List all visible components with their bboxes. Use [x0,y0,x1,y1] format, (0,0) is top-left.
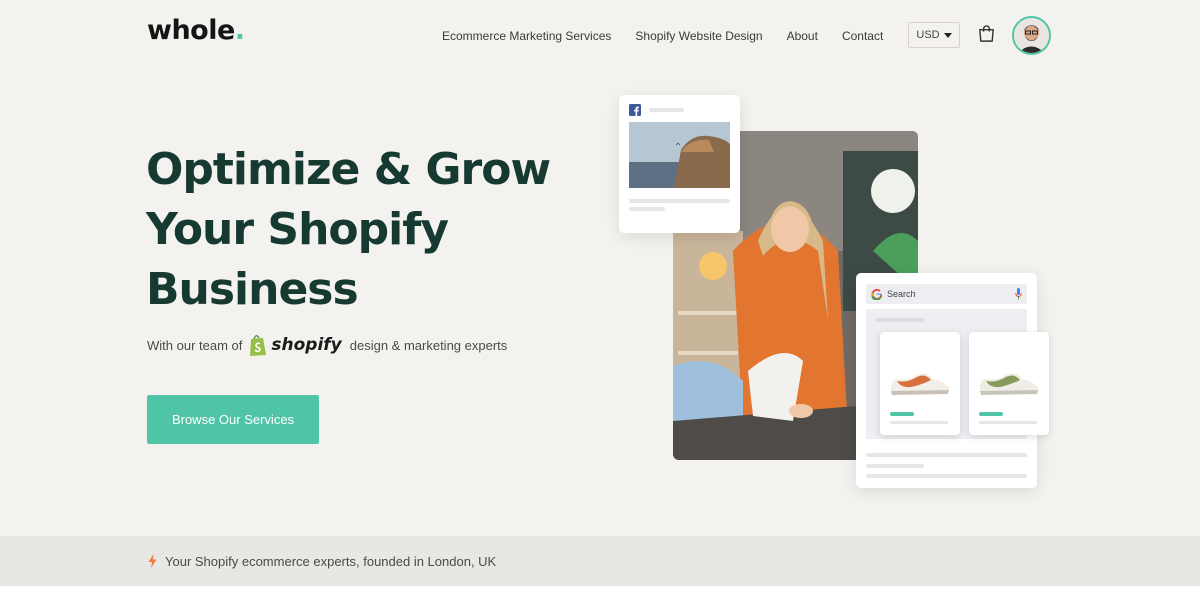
main-nav: Ecommerce Marketing Services Shopify Web… [442,29,907,43]
caret-down-icon [943,32,952,38]
shopify-wordmark: shopify [271,335,342,355]
shopping-bag-icon[interactable] [977,24,996,43]
hero-subline: With our team of shopify design & market… [147,331,507,359]
search-line-2 [866,464,924,468]
product-1-line [890,421,948,424]
search-line-top [876,318,924,322]
facebook-post-card [619,95,740,233]
nav-ecommerce-marketing[interactable]: Ecommerce Marketing Services [442,29,611,43]
sneaker-orange-image [890,373,950,395]
product-2-line [979,421,1037,424]
fb-post-image [629,122,730,188]
site-header: whole. Ecommerce Marketing Services Shop… [0,0,1200,72]
logo-dot: . [234,15,245,46]
shopify-logo: shopify [248,333,342,357]
hero-title: Optimize & Grow Your Shopify Business [146,144,551,315]
currency-value: USD [916,29,940,41]
google-icon [871,288,882,300]
product-2-accent [979,412,1003,416]
fb-text-line-2 [629,207,665,211]
nav-shopify-website-design[interactable]: Shopify Website Design [635,29,762,43]
logo[interactable]: whole. [147,15,245,46]
search-line-3 [866,474,1027,478]
fb-text-line-1 [629,199,730,203]
product-1-accent [890,412,914,416]
google-search-card: Search [856,273,1049,488]
lightning-bolt-icon [148,554,157,568]
search-bar: Search [866,284,1027,304]
shopify-bag-icon [250,335,267,356]
search-label: Search [887,289,916,299]
currency-select[interactable]: USD [908,22,960,48]
subline-prefix: With our team of [147,337,243,353]
next-section [0,586,1200,600]
tagline-text: Your Shopify ecommerce experts, founded … [165,553,497,569]
nav-about[interactable]: About [787,29,818,43]
sneaker-green-image [979,373,1039,395]
nav-contact[interactable]: Contact [842,29,883,43]
search-line-1 [866,453,1027,457]
tagline-strip: Your Shopify ecommerce experts, founded … [0,536,1200,586]
product-card-1 [880,332,960,435]
logo-text: whole [147,15,235,46]
microphone-icon [1015,288,1022,300]
user-avatar[interactable] [1012,16,1051,55]
browse-services-button[interactable]: Browse Our Services [147,395,319,444]
product-card-2 [969,332,1049,435]
subline-suffix: design & marketing experts [349,337,508,353]
avatar-illustration [1014,18,1049,53]
facebook-icon [629,104,641,116]
fb-header-line [649,108,684,112]
